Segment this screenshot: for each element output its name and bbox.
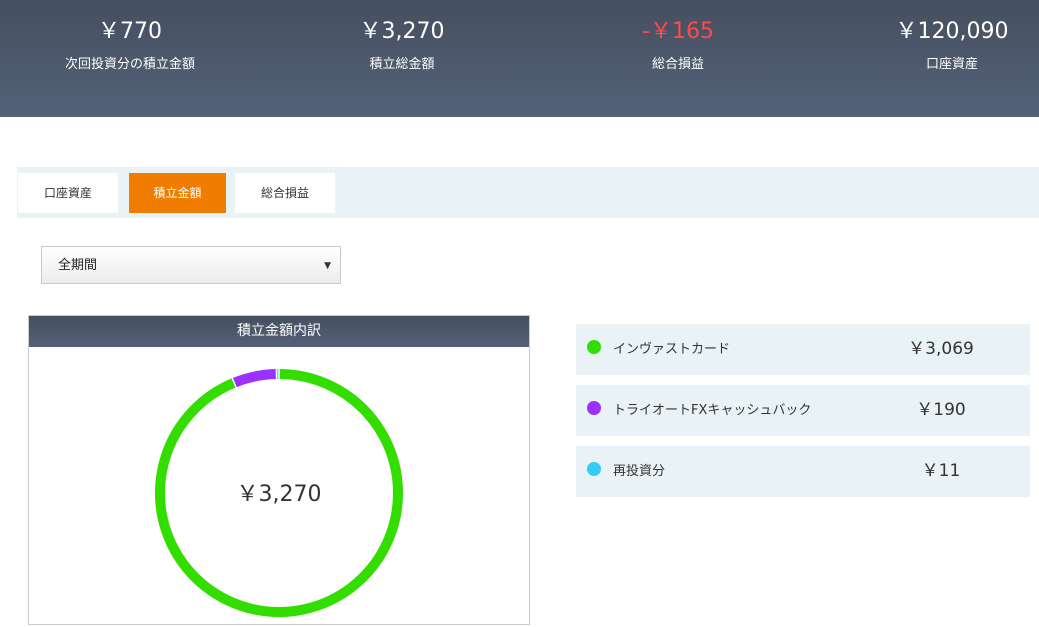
period-select[interactable]: 全期間 ▼ [41, 246, 341, 284]
legend-item-reinvestment: 再投資分 ￥11 [576, 446, 1030, 497]
next-investment-stat: ￥770 次回投資分の積立金額 [0, 18, 260, 74]
legend-name: トライオートFXキャッシュバック [613, 385, 811, 436]
next-investment-label: 次回投資分の積立金額 [0, 56, 260, 74]
donut-slice-cashback [235, 374, 276, 382]
account-assets-label: 口座資産 [822, 56, 1039, 74]
legend-item-invast-card: インヴァストカード ￥3,069 [576, 324, 1030, 375]
legend-item-cashback: トライオートFXキャッシュバック ￥190 [576, 385, 1030, 436]
panel-title: 積立金額内訳 [29, 316, 529, 347]
donut-center-value: ￥3,270 [29, 476, 529, 508]
total-accumulated-stat: ￥3,270 積立総金額 [272, 18, 532, 74]
period-select-value: 全期間 [58, 258, 97, 273]
green-dot-icon [587, 340, 601, 354]
breakdown-panel: 積立金額内訳 ￥3,270 [28, 315, 530, 625]
account-assets-stat: ￥120,090 口座資産 [822, 18, 1039, 74]
tab-accumulated-amount[interactable]: 積立金額 [129, 173, 226, 213]
total-accumulated-amount: ￥3,270 [272, 18, 532, 46]
total-accumulated-label: 積立総金額 [272, 56, 532, 74]
tab-bar: 口座資産 積立金額 総合損益 [17, 167, 1039, 218]
total-pnl-amount: -￥165 [548, 18, 808, 46]
summary-header: ￥770 次回投資分の積立金額 ￥3,270 積立総金額 -￥165 総合損益 … [0, 0, 1039, 117]
tab-account-assets[interactable]: 口座資産 [18, 173, 118, 213]
total-pnl-label: 総合損益 [548, 56, 808, 74]
total-pnl-stat: -￥165 総合損益 [548, 18, 808, 74]
caret-down-icon: ▼ [324, 247, 331, 285]
tab-total-pnl[interactable]: 総合損益 [235, 173, 335, 213]
account-assets-amount: ￥120,090 [822, 18, 1039, 46]
legend-value: ￥190 [876, 385, 1006, 436]
purple-dot-icon [587, 401, 601, 415]
legend-value: ￥11 [876, 446, 1006, 497]
cyan-dot-icon [587, 462, 601, 476]
legend-name: 再投資分 [613, 446, 665, 497]
legend-value: ￥3,069 [876, 324, 1006, 375]
next-investment-amount: ￥770 [0, 18, 260, 46]
legend-name: インヴァストカード [613, 324, 730, 375]
